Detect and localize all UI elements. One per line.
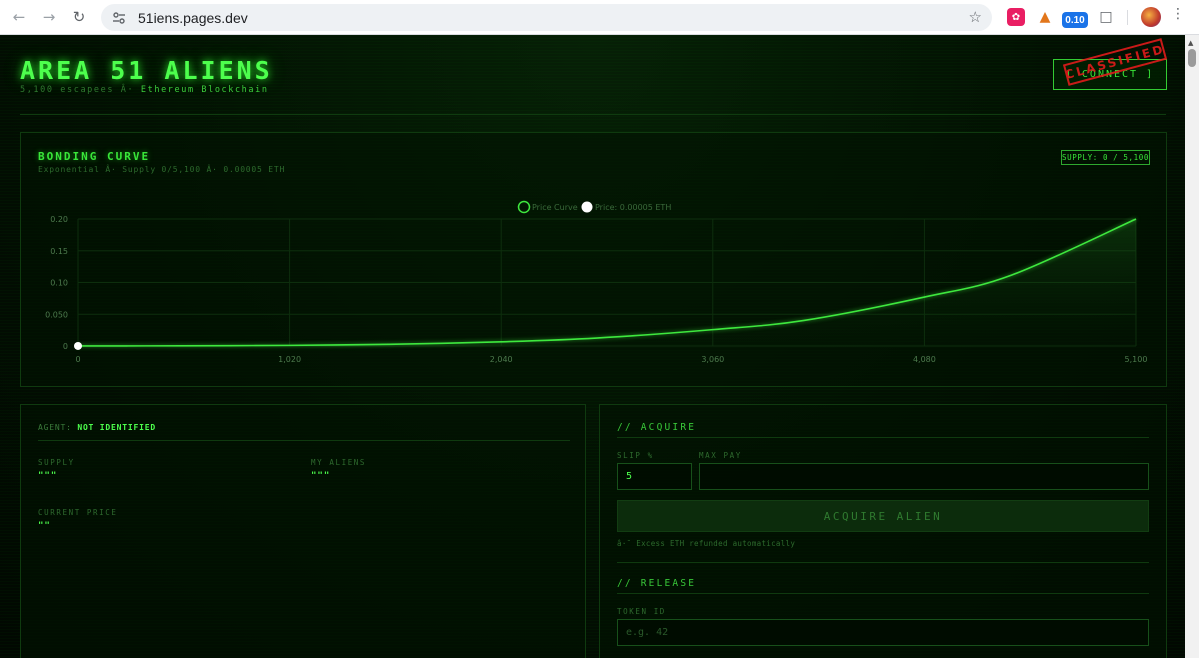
y-tick-label: 0.15 [50, 247, 68, 256]
token-id-label: TOKEN ID [617, 607, 666, 616]
site-settings-icon[interactable] [111, 10, 127, 26]
refund-note: â·¯ Excess ETH refunded automatically [617, 539, 796, 548]
section-divider [617, 562, 1149, 563]
subtitle-highlight: Ethereum Blockchain [140, 85, 269, 95]
max-pay-input[interactable] [699, 463, 1149, 490]
acquire-section-title: // ACQUIRE [617, 422, 697, 433]
current-price-marker-layer [74, 341, 82, 350]
legend-swatch-price-curve [517, 200, 531, 214]
y-tick-label: 0 [63, 342, 68, 351]
x-tick-label: 5,100 [1125, 355, 1148, 364]
x-tick-label: 4,080 [913, 355, 936, 364]
legend-swatch-current-price [581, 201, 593, 213]
page-scrollbar[interactable]: ▲ [1185, 35, 1199, 658]
bookmark-star-icon[interactable]: ☆ [969, 8, 982, 26]
current-price-label: CURRENT PRICE [38, 508, 118, 517]
forward-arrow-icon[interactable]: → [38, 6, 60, 28]
agent-label: AGENT: [38, 423, 72, 432]
browser-menu-icon[interactable]: ⋮ [1171, 6, 1185, 22]
trade-panel: // ACQUIRE SLIP % MAX PAY ACQUIRE ALIEN … [599, 404, 1167, 658]
legend-label-current-price: Price: 0.00005 ETH [595, 203, 671, 212]
slip-input[interactable] [617, 463, 692, 490]
subtitle-prefix: 5,100 escapees Â· [20, 85, 135, 95]
y-tick-label: 0.050 [45, 310, 68, 319]
browser-toolbar: ← → ↻ 51iens.pages.dev ☆ ✿ ▲ 0.10 □ ⋮ [0, 0, 1199, 35]
url-text[interactable]: 51iens.pages.dev [138, 10, 248, 26]
token-id-input[interactable] [617, 619, 1149, 646]
page-content: AREA 51 ALIENS 5,100 escapees Â· Ethereu… [0, 35, 1185, 658]
y-tick-label: 0.10 [50, 279, 68, 288]
release-divider [617, 593, 1149, 594]
extensions-puzzle-icon[interactable]: □ [1097, 8, 1115, 26]
acquire-alien-button[interactable]: ACQUIRE ALIEN [617, 500, 1149, 532]
acquire-divider [617, 437, 1149, 438]
toolbar-divider [1127, 10, 1128, 25]
address-bar[interactable]: 51iens.pages.dev ☆ [101, 4, 992, 31]
extension-icon[interactable]: ✿ [1007, 8, 1025, 26]
header-divider [20, 114, 1166, 115]
scroll-up-arrow-icon[interactable]: ▲ [1188, 39, 1193, 47]
back-arrow-icon[interactable]: ← [8, 6, 30, 28]
max-pay-label: MAX PAY [699, 451, 742, 460]
x-axis-ticks: 0 1,020 2,040 3,060 4,080 5,100 [75, 355, 1147, 364]
release-section-title: // RELEASE [617, 578, 697, 589]
my-aliens-value: """ [311, 471, 331, 481]
agent-panel: AGENT: NOT IDENTIFIED SUPPLY """ MY ALIE… [20, 404, 586, 658]
x-tick-label: 1,020 [278, 355, 301, 364]
x-tick-label: 0 [75, 355, 80, 364]
scrollbar-thumb[interactable] [1188, 49, 1196, 67]
agent-status-value: NOT IDENTIFIED [77, 423, 156, 432]
site-title: AREA 51 ALIENS [20, 56, 273, 85]
profile-avatar[interactable] [1141, 7, 1161, 27]
slip-label: SLIP % [617, 451, 654, 460]
y-axis-ticks: 0 0.050 0.10 0.15 0.20 [45, 215, 68, 351]
my-aliens-label: MY ALIENS [311, 458, 367, 467]
current-price-marker [74, 341, 82, 350]
legend-label-price-curve: Price Curve [532, 203, 578, 212]
bonding-curve-chart: 0 1,020 2,040 3,060 4,080 5,100 0 0.050 0.10 0.1… [45, 200, 1147, 364]
agent-status: AGENT: NOT IDENTIFIED [38, 423, 156, 432]
extension-badge[interactable]: 0.10 [1062, 12, 1088, 28]
agent-divider [38, 440, 570, 441]
reload-icon[interactable]: ↻ [68, 6, 90, 28]
bonding-curve-panel: BONDING CURVE Exponential Â· Supply 0/5,… [20, 132, 1167, 387]
site-subtitle: 5,100 escapees Â· Ethereum Blockchain [20, 85, 269, 95]
y-tick-label: 0.20 [50, 215, 68, 224]
supply-value: """ [38, 471, 58, 481]
metamask-fox-icon[interactable]: ▲ [1036, 8, 1054, 26]
supply-label: SUPPLY [38, 458, 75, 467]
x-tick-label: 2,040 [490, 355, 513, 364]
chart-legend: Price Curve Price: 0.00005 ETH [517, 200, 671, 214]
x-tick-label: 3,060 [701, 355, 724, 364]
current-price-value: "" [38, 521, 51, 531]
